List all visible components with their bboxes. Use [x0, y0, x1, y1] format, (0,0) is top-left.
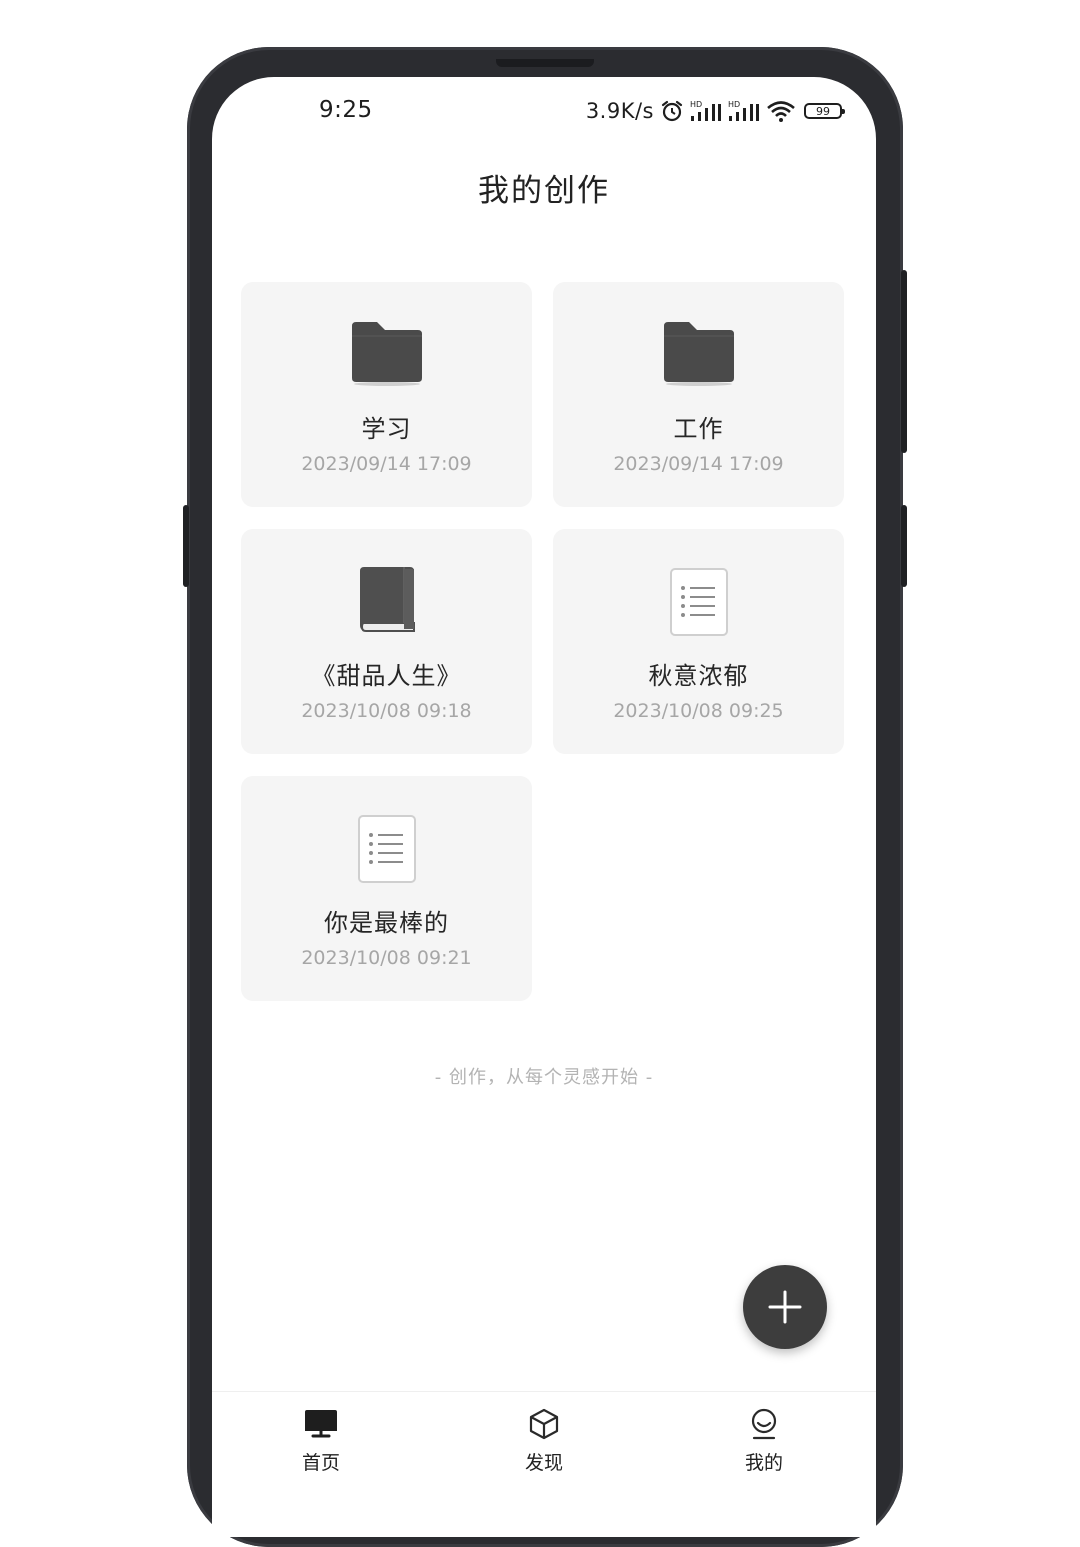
document-card-autumn[interactable]: 秋意浓郁 2023/10/08 09:25: [553, 529, 844, 754]
page-title: 我的创作: [478, 173, 610, 209]
folder-card-work[interactable]: 工作 2023/09/14 17:09: [553, 282, 844, 507]
nav-label: 首页: [301, 1452, 340, 1474]
document-icon: [669, 568, 728, 636]
card-title: 学习: [361, 415, 412, 443]
wifi-icon: [767, 101, 795, 122]
folder-icon: [351, 322, 422, 386]
folder-icon: [663, 322, 734, 386]
notch: [496, 59, 594, 67]
document-icon: [357, 815, 416, 883]
card-title: 你是最棒的: [324, 909, 449, 937]
battery-icon: 99: [804, 103, 845, 119]
side-button: [901, 505, 907, 587]
network-speed: 3.9K/s: [585, 99, 654, 123]
svg-text:HD: HD: [690, 100, 702, 109]
nav-item-home[interactable]: 首页: [261, 1406, 381, 1486]
svg-text:HD: HD: [728, 100, 740, 109]
nav-item-profile[interactable]: 我的: [704, 1406, 824, 1486]
cube-icon: [529, 1408, 559, 1440]
add-button[interactable]: [743, 1265, 827, 1349]
monitor-icon: [305, 1410, 337, 1438]
card-timestamp: 2023/10/08 09:21: [301, 947, 472, 969]
user-icon: [751, 1408, 777, 1440]
footer-slogan: - 创作，从每个灵感开始 -: [434, 1067, 654, 1088]
card-title: 《甜品人生》: [311, 662, 462, 690]
card-timestamp: 2023/09/14 17:09: [301, 453, 472, 475]
nav-item-discover[interactable]: 发现: [484, 1406, 604, 1486]
card-timestamp: 2023/10/08 09:18: [301, 700, 472, 722]
book-icon: [359, 567, 415, 632]
card-timestamp: 2023/09/14 17:09: [613, 453, 784, 475]
power-button: [901, 270, 907, 453]
volume-button: [183, 505, 189, 587]
book-card[interactable]: 《甜品人生》 2023/10/08 09:18: [241, 529, 532, 754]
card-title: 工作: [673, 415, 724, 443]
card-timestamp: 2023/10/08 09:25: [613, 700, 784, 722]
status-time: 9:25: [319, 97, 373, 123]
card-title: 秋意浓郁: [648, 662, 749, 690]
document-card-best[interactable]: 你是最棒的 2023/10/08 09:21: [241, 776, 532, 1001]
folder-card-study[interactable]: 学习 2023/09/14 17:09: [241, 282, 532, 507]
plus-icon: [768, 1290, 802, 1324]
signal-hd-icon: HD: [690, 100, 721, 121]
alarm-icon: [661, 100, 683, 122]
nav-label: 我的: [744, 1452, 783, 1474]
signal-hd-icon: HD: [728, 100, 759, 121]
battery-level: 99: [816, 104, 830, 118]
app-screen: 9:25 3.9K/s HD HD 99 我的创作 学习 2023/09/14 …: [212, 77, 876, 1537]
bottom-nav: 首页 发现 我的: [212, 1391, 876, 1502]
nav-label: 发现: [524, 1452, 563, 1474]
status-bar-right: 3.9K/s HD HD 99: [585, 98, 845, 124]
